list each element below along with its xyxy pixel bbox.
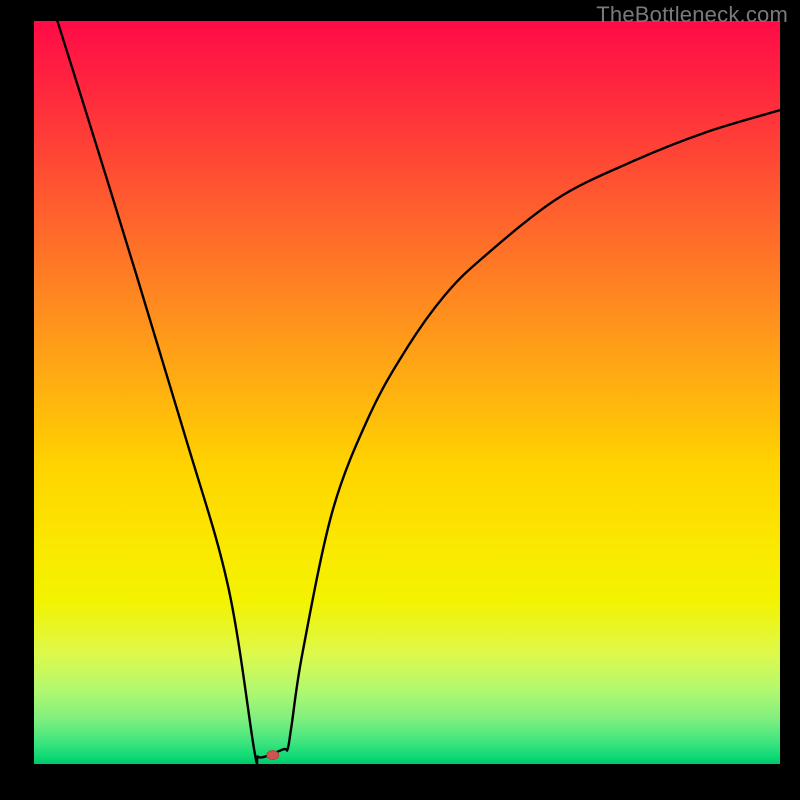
chart-frame: TheBottleneck.com — [0, 0, 800, 800]
bottleneck-curve — [34, 21, 780, 764]
watermark-text: TheBottleneck.com — [596, 2, 788, 28]
curve-layer — [34, 21, 780, 764]
minimum-marker — [267, 751, 279, 760]
plot-area — [34, 21, 780, 764]
